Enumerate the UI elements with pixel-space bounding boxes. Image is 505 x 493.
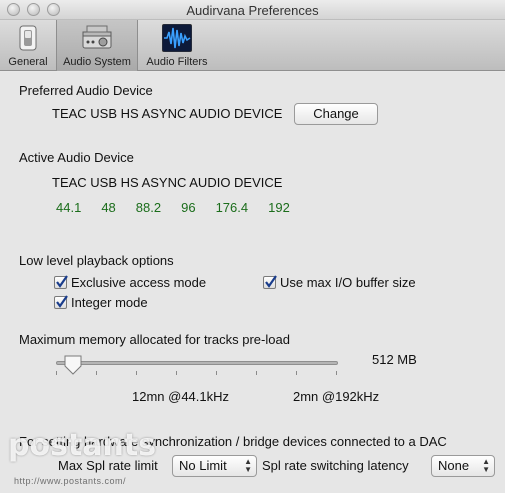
sample-rate: 44.1 (56, 200, 82, 215)
tab-audio-system[interactable]: Audio System (56, 20, 138, 71)
sample-rate: 96 (181, 200, 196, 215)
window-title: Audirvana Preferences (186, 3, 319, 18)
supported-sample-rates: 44.1 48 88.2 96 176.4 192 (56, 200, 310, 215)
amplifier-icon (82, 25, 112, 49)
waveform-icon (162, 24, 192, 52)
change-device-button[interactable]: Change (294, 103, 378, 125)
slider-tick (296, 371, 297, 375)
slider-tick (216, 371, 217, 375)
tab-audio-system-label: Audio System (63, 56, 131, 68)
memory-duration-192k: 2mn @192kHz (293, 389, 380, 404)
tab-general[interactable]: General (0, 20, 56, 71)
title-bar: Audirvana Preferences (0, 0, 505, 20)
slider-tick (96, 371, 97, 375)
active-device-name: TEAC USB HS ASYNC AUDIO DEVICE (52, 175, 283, 190)
switch-icon (19, 25, 37, 51)
switching-latency-value: None (438, 458, 470, 473)
memory-slider-knob[interactable] (64, 355, 82, 375)
playback-options-heading: Low level playback options (19, 253, 174, 268)
memory-duration-44k: 12mn @44.1kHz (132, 389, 230, 404)
memory-value: 512 MB (372, 352, 417, 367)
memory-heading: Maximum memory allocated for tracks pre-… (19, 332, 290, 347)
preferred-device-heading: Preferred Audio Device (19, 83, 153, 98)
max-rate-limit-value: No Limit (179, 458, 227, 473)
watermark-url: http://www.postants.com/ (14, 476, 127, 486)
sample-rate: 88.2 (135, 200, 162, 215)
tab-audio-filters[interactable]: Audio Filters (138, 20, 216, 71)
memory-slider-track[interactable] (56, 361, 338, 365)
watermark-logo: postants (8, 428, 157, 463)
exclusive-access-box[interactable] (54, 275, 68, 289)
sample-rate: 176.4 (215, 200, 249, 215)
sample-rate: 48 (101, 200, 116, 215)
max-io-buffer-box[interactable] (263, 275, 277, 289)
audio-system-pane: Preferred Audio Device TEAC USB HS ASYNC… (0, 72, 505, 493)
max-rate-limit-select[interactable]: No Limit ▲ ▼ (172, 455, 257, 477)
slider-tick (56, 371, 57, 375)
tab-audio-filters-label: Audio Filters (146, 56, 208, 68)
checkmark-icon (56, 275, 68, 288)
tab-general-label: General (8, 56, 48, 68)
slider-tick (256, 371, 257, 375)
sample-rate: 192 (268, 200, 290, 215)
integer-mode-label: Integer mode (71, 295, 148, 310)
active-device-heading: Active Audio Device (19, 150, 134, 165)
exclusive-access-label: Exclusive access mode (71, 275, 207, 290)
slider-tick (136, 371, 137, 375)
popup-arrows-icon: ▲ ▼ (482, 457, 490, 474)
preferred-device-name: TEAC USB HS ASYNC AUDIO DEVICE (52, 106, 283, 121)
checkmark-icon (56, 295, 68, 308)
switching-latency-select[interactable]: None ▲ ▼ (431, 455, 495, 477)
exclusive-access-checkbox[interactable]: Exclusive access mode (54, 275, 206, 290)
integer-mode-box[interactable] (54, 295, 68, 309)
popup-arrows-icon: ▲ ▼ (244, 457, 252, 474)
max-io-buffer-label: Use max I/O buffer size (280, 275, 416, 290)
switching-latency-label: Spl rate switching latency (262, 458, 409, 473)
slider-tick (336, 371, 337, 375)
checkmark-icon (265, 275, 277, 288)
max-io-buffer-checkbox[interactable]: Use max I/O buffer size (263, 275, 416, 290)
preferences-toolbar: General Audio System Audio Filters (0, 20, 505, 71)
integer-mode-checkbox[interactable]: Integer mode (54, 295, 148, 310)
slider-tick (176, 371, 177, 375)
